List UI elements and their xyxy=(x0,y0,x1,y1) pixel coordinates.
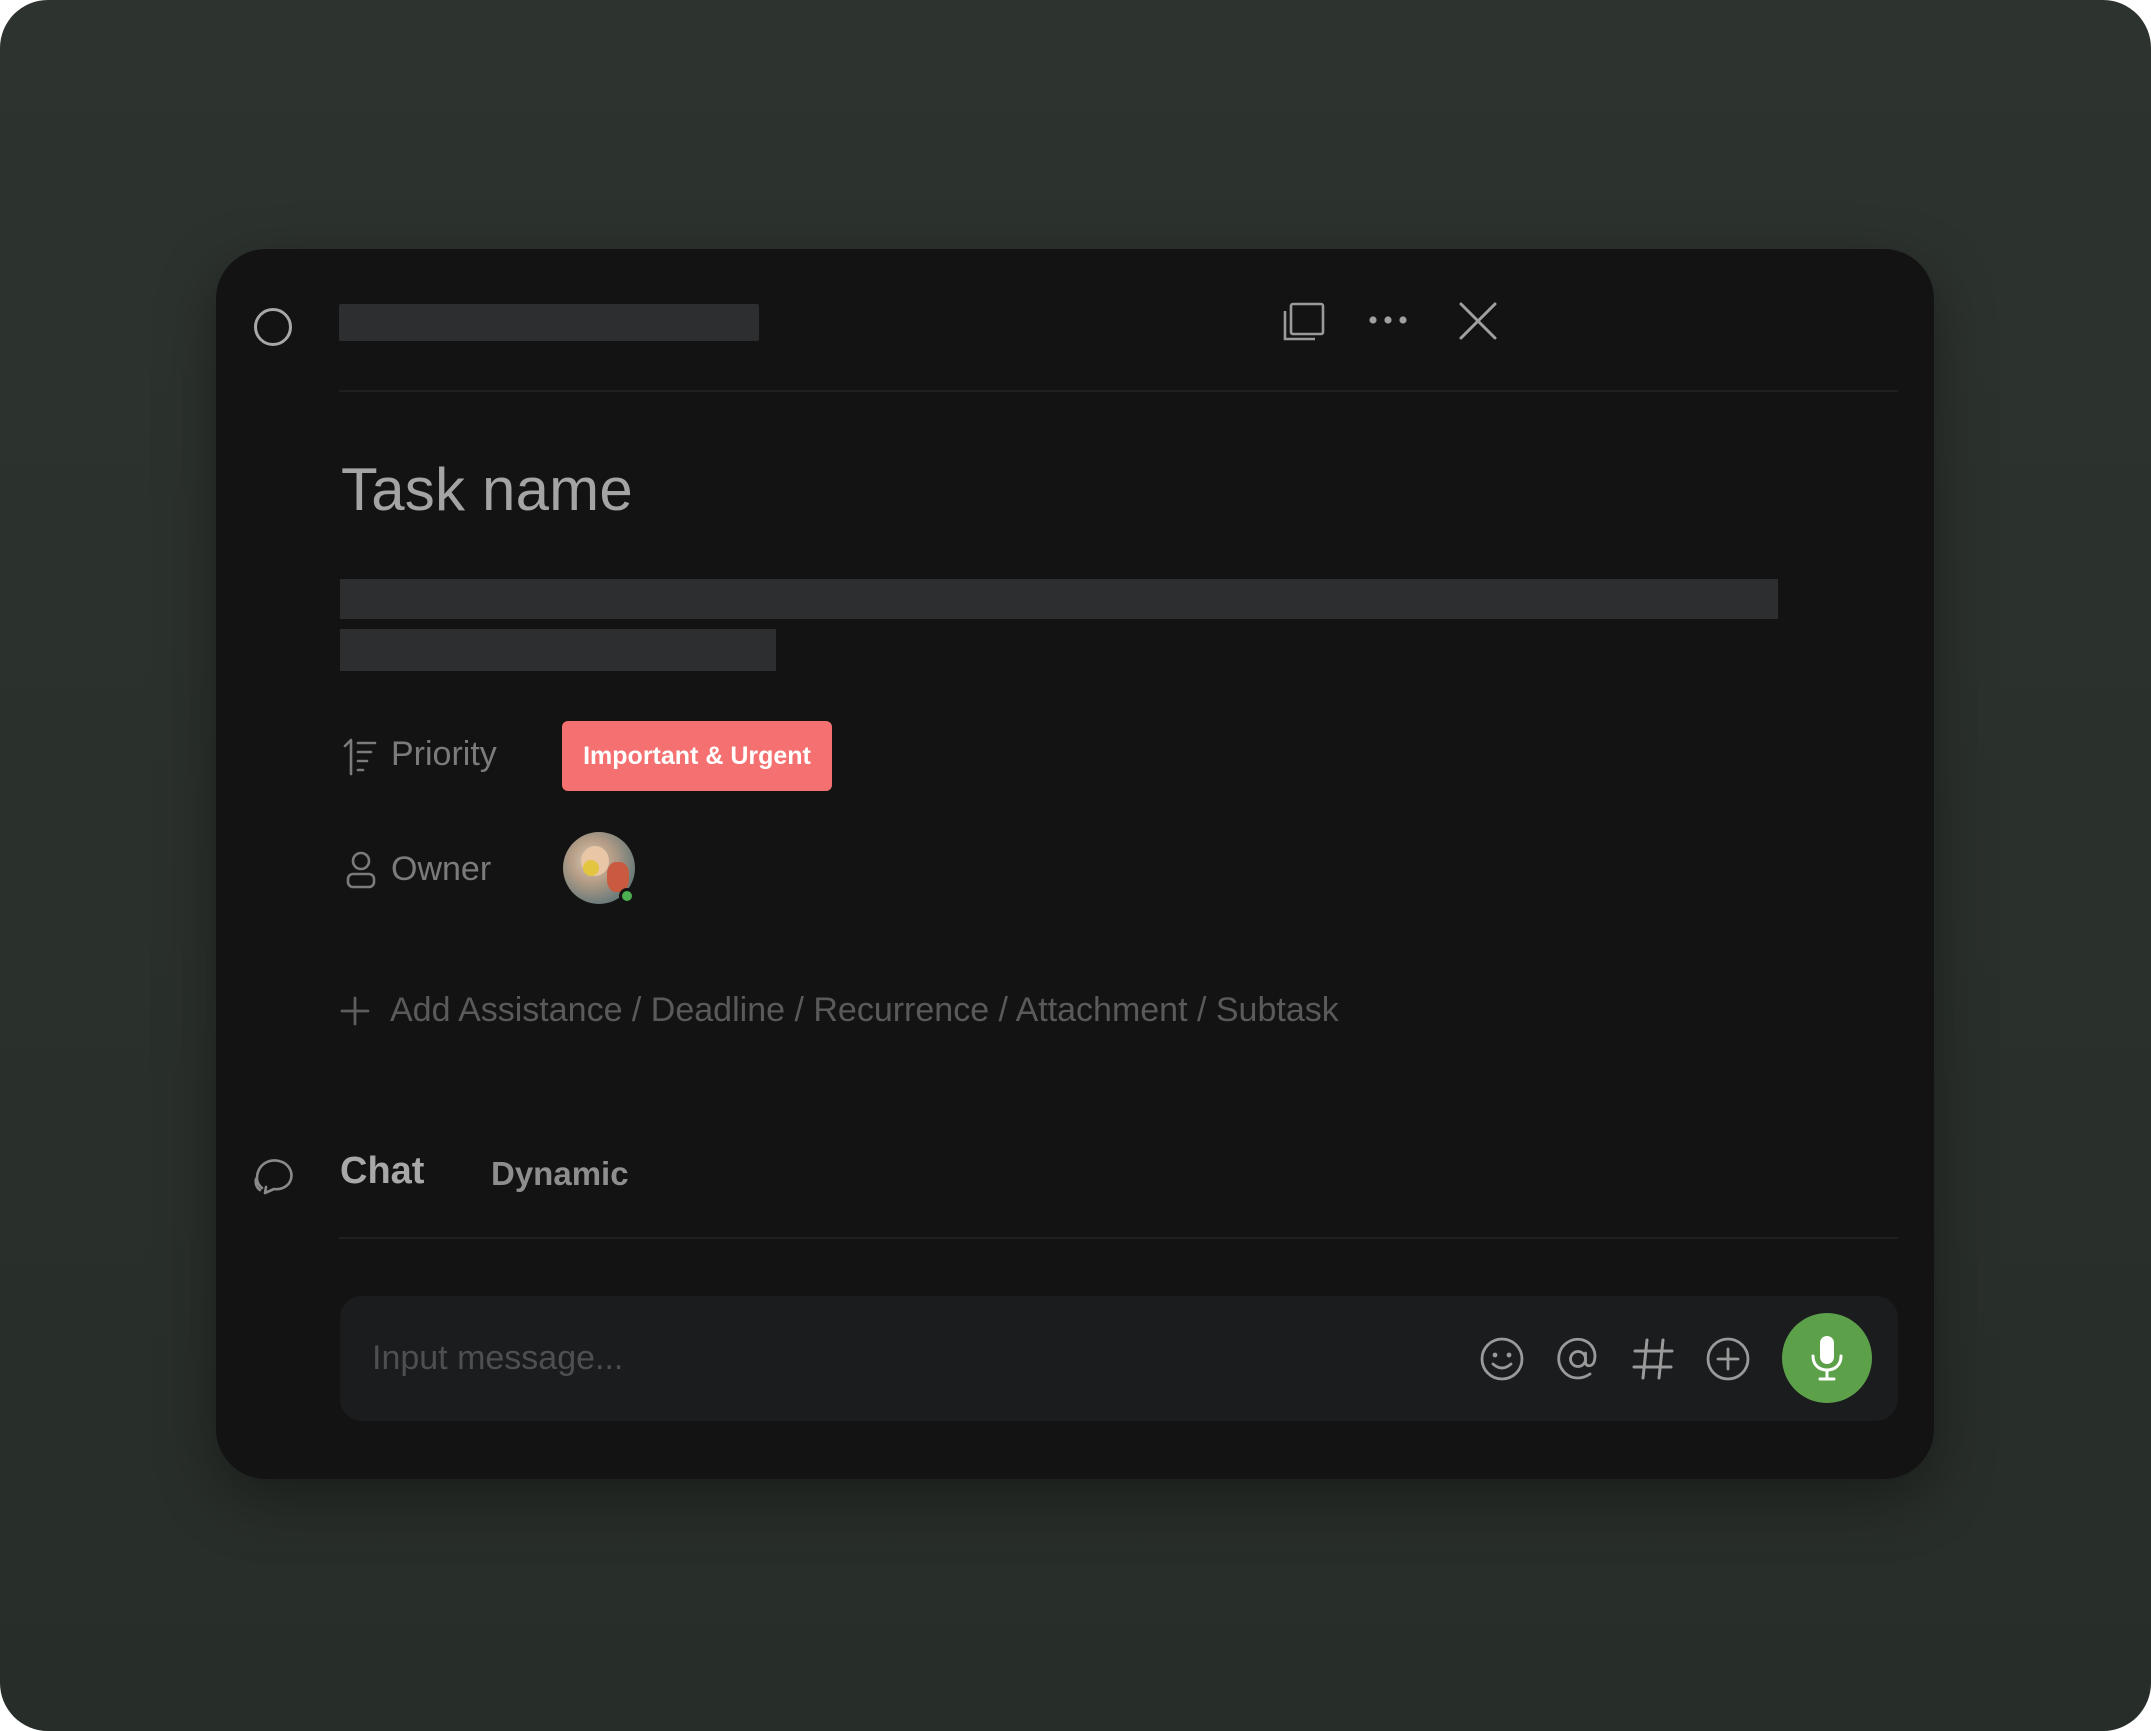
person-icon xyxy=(345,851,377,889)
dimmed-backdrop: Task name Priority Important & Urgent Ow… xyxy=(0,0,2151,1731)
header-divider xyxy=(339,390,1898,392)
add-properties-button[interactable]: Add Assistance / Deadline / Recurrence /… xyxy=(340,991,1339,1030)
chat-bubbles-icon xyxy=(254,1154,296,1201)
voice-message-button[interactable] xyxy=(1782,1313,1872,1403)
owner-label: Owner xyxy=(391,850,492,888)
tabs-divider xyxy=(339,1237,1898,1239)
hash-icon[interactable] xyxy=(1630,1336,1676,1382)
plus-icon xyxy=(340,996,370,1025)
priority-badge[interactable]: Important & Urgent xyxy=(562,721,832,791)
owner-avatar[interactable] xyxy=(563,832,635,904)
task-name[interactable]: Task name xyxy=(341,455,633,524)
avatar-image xyxy=(583,860,599,876)
add-properties-label: Add Assistance / Deadline / Recurrence /… xyxy=(390,991,1339,1029)
task-detail-modal: Task name Priority Important & Urgent Ow… xyxy=(216,249,1934,1479)
emoji-icon[interactable] xyxy=(1479,1336,1525,1382)
message-input[interactable] xyxy=(372,1326,1372,1390)
close-icon[interactable] xyxy=(1458,301,1498,341)
at-icon[interactable] xyxy=(1555,1336,1601,1382)
priority-sort-icon xyxy=(343,738,377,776)
window-icon[interactable] xyxy=(1282,301,1326,343)
more-horizontal-icon[interactable] xyxy=(1368,313,1408,327)
task-complete-toggle[interactable] xyxy=(254,308,292,346)
plus-circle-icon[interactable] xyxy=(1705,1336,1751,1382)
tab-chat[interactable]: Chat xyxy=(340,1150,424,1193)
message-composer xyxy=(340,1296,1898,1421)
breadcrumb-placeholder xyxy=(339,304,759,341)
tab-dynamic[interactable]: Dynamic xyxy=(491,1155,629,1193)
microphone-icon xyxy=(1811,1336,1843,1381)
online-status-dot xyxy=(619,888,635,904)
description-placeholder-line xyxy=(340,579,1778,619)
description-placeholder-line xyxy=(340,629,776,671)
priority-label: Priority xyxy=(391,735,497,773)
